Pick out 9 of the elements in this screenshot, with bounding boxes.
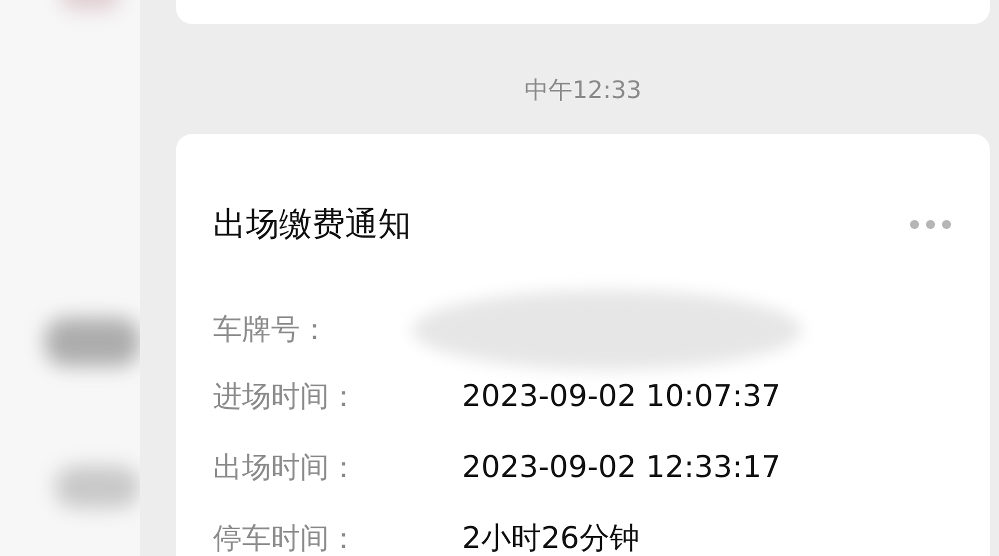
field-value: 2小时26分钟	[462, 520, 640, 556]
field-value: 2023-09-02 12:33:17	[462, 450, 782, 485]
field-label: 车牌号：	[213, 311, 330, 348]
time-divider: 中午12:33	[524, 76, 642, 104]
field-label: 停车时间：	[213, 520, 359, 556]
card-title: 出场缴费通知	[213, 204, 411, 244]
field-label: 出场时间：	[213, 448, 359, 486]
field-value: 2023-09-02 10:07:37	[462, 379, 782, 414]
field-label: 进场时间：	[213, 378, 359, 414]
